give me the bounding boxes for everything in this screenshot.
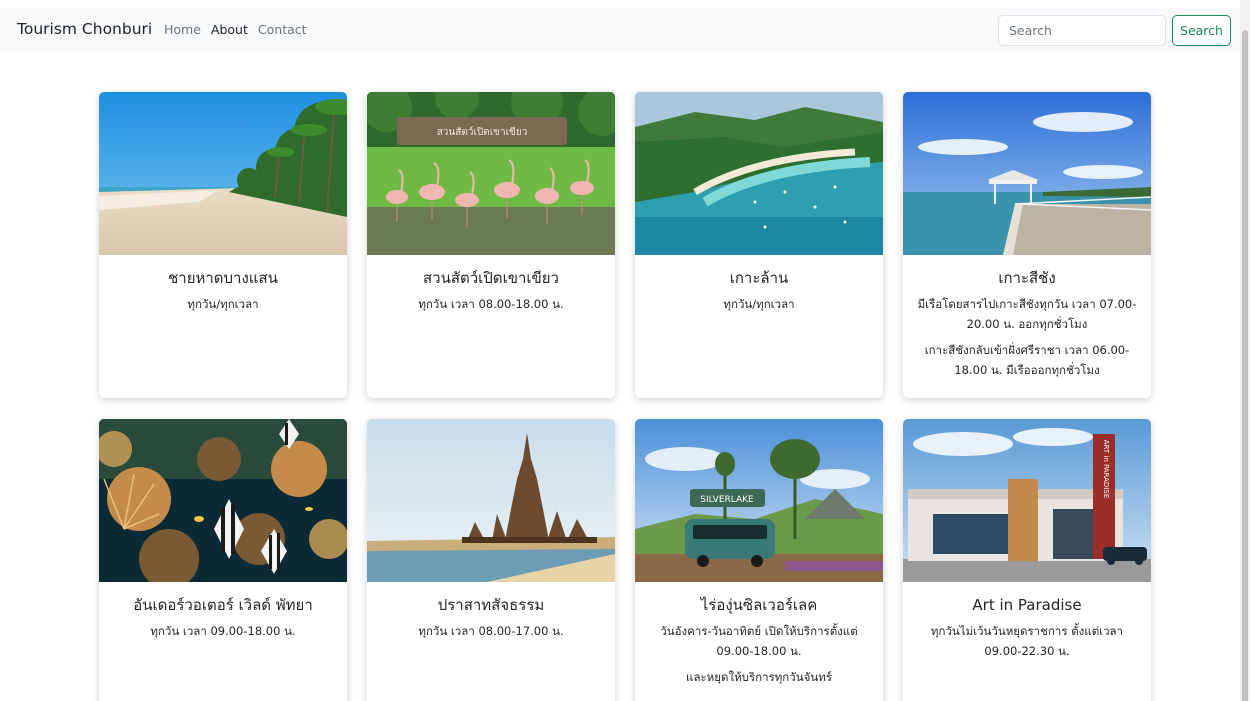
- card-body: ชายหาดบางแสน ทุกวัน/ทุกเวลา: [99, 255, 347, 324]
- card-khaokheow[interactable]: สวนสัตว์เปิดเขาเขียว สวนสัตว์เปิดเขาเขีย…: [367, 92, 615, 398]
- card-text: เกาะสีชังกลับเข้าฝั่งศรีราชา เวลา 06.00-…: [924, 343, 1130, 377]
- search-button[interactable]: Search: [1172, 15, 1231, 46]
- nav-home[interactable]: Home: [164, 22, 201, 37]
- card-text: ทุกวัน/ทุกเวลา: [723, 297, 795, 311]
- card-kohsichang[interactable]: เกาะสีชัง มีเรือโดยสารไปเกาะสีชังทุกวัน …: [903, 92, 1151, 398]
- card-body: ไร่องุ่นซิลเวอร์เลค วันอังคาร-วันอาทิตย์…: [635, 582, 883, 697]
- card-body: ปราสาทสัจธรรม ทุกวัน เวลา 08.00-17.00 น.: [367, 582, 615, 651]
- card-body: เกาะสีชัง มีเรือโดยสารไปเกาะสีชังทุกวัน …: [903, 255, 1151, 390]
- nav-links: Home About Contact: [164, 22, 307, 37]
- card-silverlake[interactable]: SILVERLAKE ไร่องุ่นซิลเวอร์เลค วันอังคาร…: [635, 419, 883, 701]
- card-image-underwaterworld: [99, 419, 347, 582]
- card-text: ทุกวันไม่เว้นวันหยุดราชการ ตั้งแต่เวลา 0…: [930, 624, 1124, 658]
- page-scrollbar[interactable]: [1240, 0, 1250, 701]
- card-title: ไร่องุ่นซิลเวอร์เลค: [700, 596, 818, 614]
- card-image-khaokheow: สวนสัตว์เปิดเขาเขียว: [367, 92, 615, 255]
- nav-about[interactable]: About: [211, 22, 248, 37]
- card-image-silverlake: SILVERLAKE: [635, 419, 883, 582]
- card-title: อันเดอร์วอเตอร์ เวิลด์ พัทยา: [133, 596, 313, 614]
- card-body: เกาะล้าน ทุกวัน/ทุกเวลา: [635, 255, 883, 324]
- card-image-bangsaen: [99, 92, 347, 255]
- card-title: เกาะสีชัง: [998, 269, 1056, 287]
- card-title: ชายหาดบางแสน: [168, 269, 278, 287]
- vineyard-sign-text: SILVERLAKE: [700, 495, 754, 505]
- card-image-kohlarn: [635, 92, 883, 255]
- card-image-sanctuary: [367, 419, 615, 582]
- card-body: Art in Paradise ทุกวันไม่เว้นวันหยุดราชก…: [903, 582, 1151, 671]
- brand-link[interactable]: Tourism Chonburi: [17, 20, 152, 38]
- scrollbar-thumb[interactable]: [1242, 30, 1248, 701]
- art-sign-text: ART in PARADISE: [1102, 440, 1110, 499]
- card-text: ทุกวัน เวลา 09.00-18.00 น.: [150, 624, 296, 638]
- search-input[interactable]: [998, 15, 1166, 46]
- card-underwaterworld[interactable]: อันเดอร์วอเตอร์ เวิลด์ พัทยา ทุกวัน เวลา…: [99, 419, 347, 701]
- card-body: อันเดอร์วอเตอร์ เวิลด์ พัทยา ทุกวัน เวลา…: [99, 582, 347, 651]
- card-sanctuary[interactable]: ปราสาทสัจธรรม ทุกวัน เวลา 08.00-17.00 น.: [367, 419, 615, 701]
- card-text: ทุกวัน เวลา 08.00-17.00 น.: [418, 624, 564, 638]
- card-text: ทุกวัน/ทุกเวลา: [187, 297, 259, 311]
- card-body: สวนสัตว์เปิดเขาเขียว ทุกวัน เวลา 08.00-1…: [367, 255, 615, 324]
- card-bangsaen[interactable]: ชายหาดบางแสน ทุกวัน/ทุกเวลา: [99, 92, 347, 398]
- card-title: เกาะล้าน: [729, 269, 789, 287]
- card-artinparadise[interactable]: ART in PARADISE Art in Paradise ทุกวันไม…: [903, 419, 1151, 701]
- card-image-kohsichang: [903, 92, 1151, 255]
- card-kohlarn[interactable]: เกาะล้าน ทุกวัน/ทุกเวลา: [635, 92, 883, 398]
- card-title: ปราสาทสัจธรรม: [437, 596, 545, 614]
- card-title: สวนสัตว์เปิดเขาเขียว: [423, 269, 559, 287]
- zoo-sign-text: สวนสัตว์เปิดเขาเขียว: [437, 126, 528, 138]
- card-text: มีเรือโดยสารไปเกาะสีชังทุกวัน เวลา 07.00…: [917, 297, 1137, 331]
- navbar: Tourism Chonburi Home About Contact Sear…: [0, 8, 1240, 52]
- card-title: Art in Paradise: [972, 596, 1082, 614]
- card-image-artinparadise: ART in PARADISE: [903, 419, 1151, 582]
- card-text: ทุกวัน เวลา 08.00-18.00 น.: [418, 297, 564, 311]
- card-text: วันอังคาร-วันอาทิตย์ เปิดให้บริการตั้งแต…: [660, 624, 858, 658]
- card-text: และหยุดให้บริการทุกวันจันทร์: [686, 670, 832, 684]
- nav-contact[interactable]: Contact: [258, 22, 307, 37]
